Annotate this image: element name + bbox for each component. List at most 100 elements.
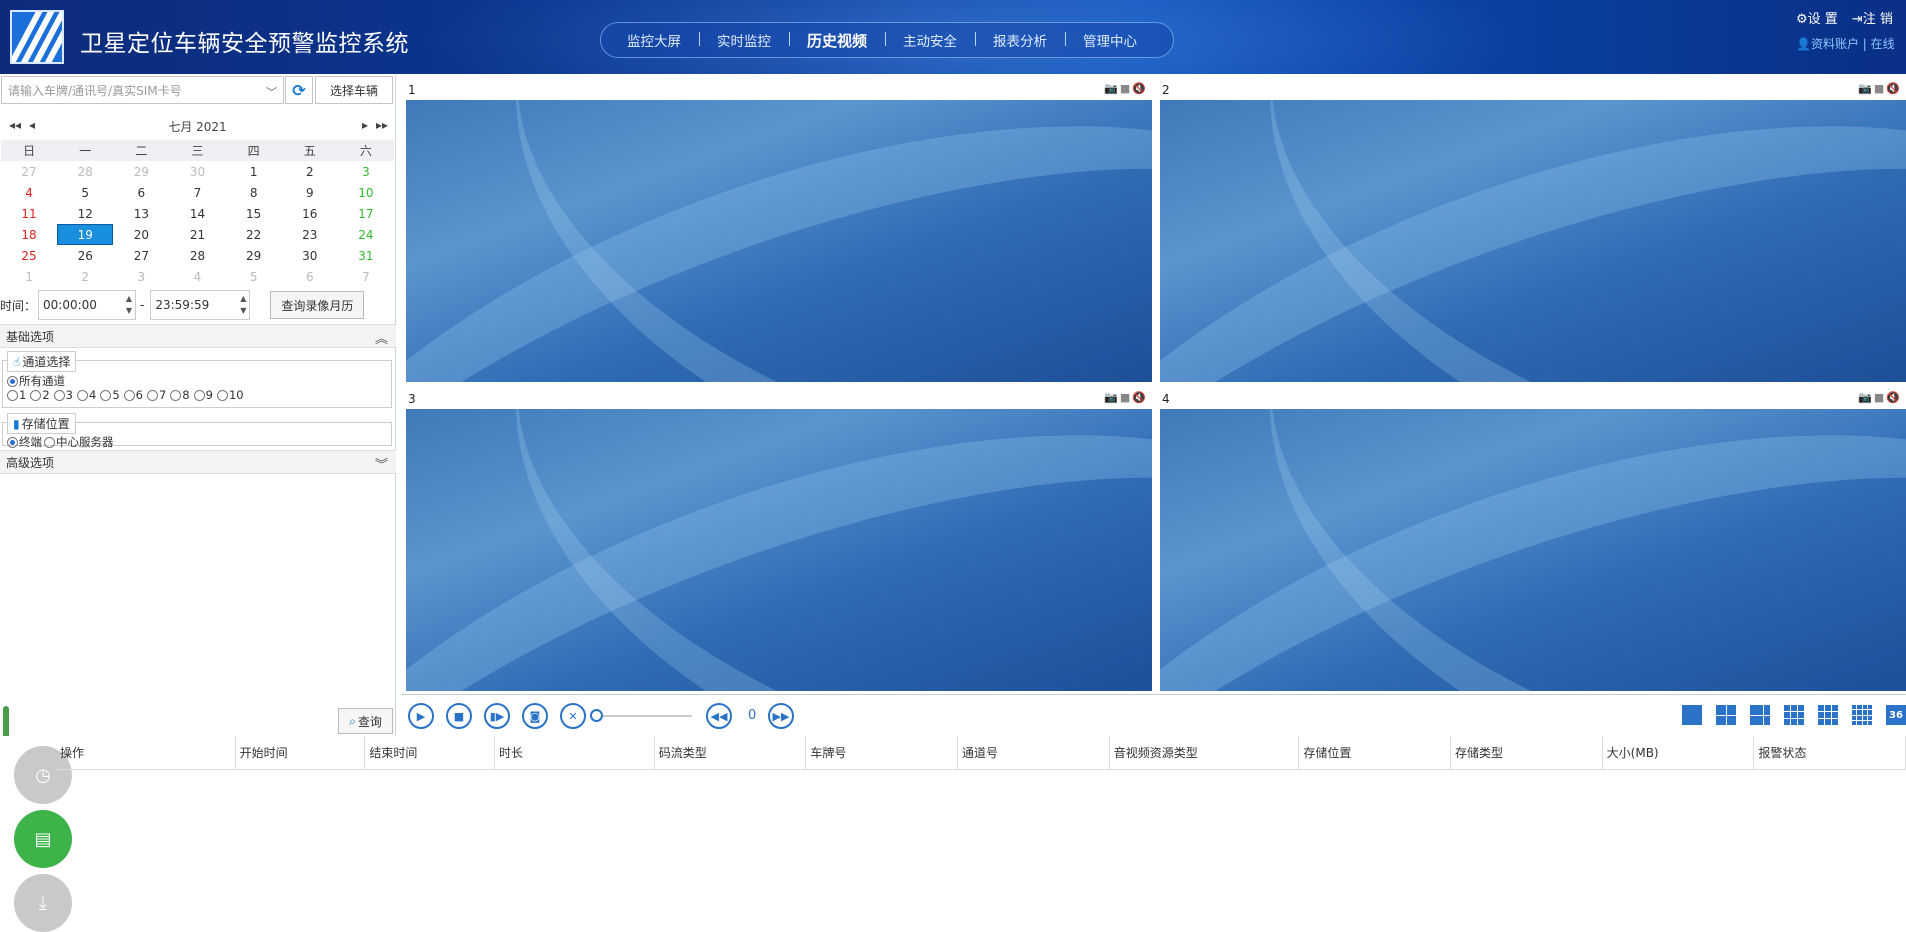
calendar-day[interactable]: 29 — [226, 245, 282, 266]
fast-forward-icon[interactable]: ▶▶ — [768, 703, 794, 729]
slider-handle[interactable] — [590, 709, 603, 722]
radio-icon[interactable] — [7, 436, 18, 448]
radio-icon[interactable] — [30, 389, 42, 401]
calendar-day[interactable]: 22 — [226, 224, 282, 245]
calendar-day[interactable]: 28 — [57, 161, 113, 182]
calendar-day[interactable]: 18 — [1, 224, 57, 245]
calendar-day[interactable]: 23 — [282, 224, 338, 245]
video-screen[interactable] — [1160, 100, 1906, 382]
nav-realtime-monitor[interactable]: 实时监控 — [699, 30, 789, 50]
calendar-day[interactable]: 5 — [57, 182, 113, 203]
table-column-header[interactable]: 结束时间 — [365, 735, 496, 770]
layout-1-icon[interactable] — [1682, 705, 1702, 725]
select-vehicle-button[interactable]: 选择车辆 — [315, 76, 393, 104]
table-column-header[interactable]: 存储类型 — [1451, 735, 1603, 770]
calendar-day[interactable]: 9 — [282, 182, 338, 203]
radio-icon[interactable] — [170, 389, 182, 401]
basic-options-header[interactable]: 基础选项 ︽ — [0, 324, 396, 348]
calendar-day[interactable]: 24 — [338, 224, 394, 245]
calendar-day[interactable]: 1 — [226, 161, 282, 182]
camera-stop-mute-icons[interactable]: 📷■🔇 — [1104, 82, 1148, 95]
calendar-day[interactable]: 17 — [338, 203, 394, 224]
calendar-day[interactable]: 2 — [282, 161, 338, 182]
calendar-day[interactable]: 6 — [282, 266, 338, 287]
account-link[interactable]: 资料账户 — [1811, 37, 1859, 51]
nav-active-safety[interactable]: 主动安全 — [885, 30, 975, 50]
calendar-day[interactable]: 3 — [113, 266, 169, 287]
camera-stop-mute-icons[interactable]: 📷■🔇 — [1858, 82, 1902, 95]
capture-icon[interactable]: ◙ — [522, 703, 548, 729]
calendar-day[interactable]: 5 — [226, 266, 282, 287]
layout-13-icon[interactable] — [1818, 705, 1838, 725]
layout-4-icon[interactable] — [1716, 705, 1736, 725]
calendar-day[interactable]: 30 — [282, 245, 338, 266]
video-cell[interactable]: 1 📷■🔇 — [402, 76, 1152, 385]
file-icon[interactable]: ▤ — [14, 810, 72, 868]
calendar-day[interactable]: 8 — [226, 182, 282, 203]
nav-history-video[interactable]: 历史视频 — [789, 30, 885, 51]
nav-report-analysis[interactable]: 报表分析 — [975, 30, 1065, 50]
step-forward-icon[interactable]: ▮▶ — [484, 703, 510, 729]
calendar-day[interactable]: 12 — [57, 203, 113, 224]
layout-6-icon[interactable] — [1750, 705, 1770, 725]
calendar-day[interactable]: 31 — [338, 245, 394, 266]
table-column-header[interactable]: 存储位置 — [1299, 735, 1451, 770]
all-channels-radio[interactable]: 所有通道 — [5, 373, 65, 389]
radio-icon[interactable] — [216, 389, 228, 401]
table-column-header[interactable]: 时长 — [495, 735, 655, 770]
next-month-icon[interactable]: ▸ — [362, 118, 368, 132]
radio-icon[interactable] — [7, 389, 18, 401]
advanced-options-header[interactable]: 高级选项 ︾ — [0, 450, 396, 474]
table-column-header[interactable]: 车牌号 — [806, 735, 959, 770]
radio-icon[interactable] — [100, 389, 112, 401]
calendar-day[interactable]: 21 — [169, 224, 225, 245]
calendar-day[interactable]: 7 — [169, 182, 225, 203]
logout-link[interactable]: ⇥注 销 — [1852, 8, 1893, 27]
calendar-day[interactable]: 11 — [1, 203, 57, 224]
calendar-day[interactable]: 16 — [282, 203, 338, 224]
video-cell[interactable]: 2 📷■🔇 — [1156, 76, 1906, 385]
calendar-day[interactable]: 19 — [57, 224, 114, 245]
spinner-icon[interactable]: ▲ ▼ — [126, 293, 132, 317]
camera-stop-mute-icons[interactable]: 📷■🔇 — [1858, 391, 1902, 404]
calendar-day[interactable]: 29 — [113, 161, 169, 182]
calendar-day[interactable]: 25 — [1, 245, 57, 266]
radio-icon[interactable] — [7, 375, 18, 387]
query-button[interactable]: ⌕ 查询 — [338, 708, 393, 734]
calendar-day[interactable]: 3 — [338, 161, 394, 182]
calendar-day[interactable]: 26 — [57, 245, 113, 266]
video-cell[interactable]: 4 📷■🔇 — [1156, 385, 1906, 694]
radio-icon[interactable] — [123, 389, 135, 401]
settings-link[interactable]: ⚙设 置 — [1796, 8, 1838, 27]
radio-icon[interactable] — [76, 389, 88, 401]
rewind-icon[interactable]: ◀◀ — [706, 703, 732, 729]
table-column-header[interactable]: 报警状态 — [1754, 735, 1906, 770]
calendar-day[interactable]: 13 — [113, 203, 169, 224]
chevron-down-double-icon[interactable]: ︾ — [375, 454, 388, 473]
download-icon[interactable]: ⤓ — [14, 874, 72, 932]
calendar-day[interactable]: 15 — [226, 203, 282, 224]
calendar-day[interactable]: 30 — [169, 161, 225, 182]
layout-36-icon[interactable]: 36 — [1886, 705, 1906, 725]
end-time-input[interactable]: 23:59:59 ▲ ▼ — [150, 290, 251, 320]
table-column-header[interactable]: 开始时间 — [236, 735, 366, 770]
video-screen[interactable] — [406, 100, 1152, 382]
calendar-day[interactable]: 6 — [113, 182, 169, 203]
radio-icon[interactable] — [53, 389, 65, 401]
play-icon[interactable]: ▶ — [408, 703, 434, 729]
calendar-day[interactable]: 7 — [338, 266, 394, 287]
calendar-day[interactable]: 4 — [169, 266, 225, 287]
mute-icon[interactable]: ✕ — [560, 703, 586, 729]
radio-icon[interactable] — [146, 389, 158, 401]
layout-9-icon[interactable] — [1784, 705, 1804, 725]
refresh-button[interactable]: ⟳ — [285, 76, 313, 104]
nav-management-center[interactable]: 管理中心 — [1065, 30, 1155, 50]
radio-icon[interactable] — [193, 389, 205, 401]
nav-monitor-screen[interactable]: 监控大屏 — [609, 30, 699, 50]
video-cell[interactable]: 3 📷■🔇 — [402, 385, 1152, 694]
table-column-header[interactable]: 通道号 — [958, 735, 1110, 770]
calendar-day[interactable]: 4 — [1, 182, 57, 203]
radio-icon[interactable] — [44, 436, 55, 448]
camera-stop-mute-icons[interactable]: 📷■🔇 — [1104, 391, 1148, 404]
video-screen[interactable] — [1160, 409, 1906, 691]
